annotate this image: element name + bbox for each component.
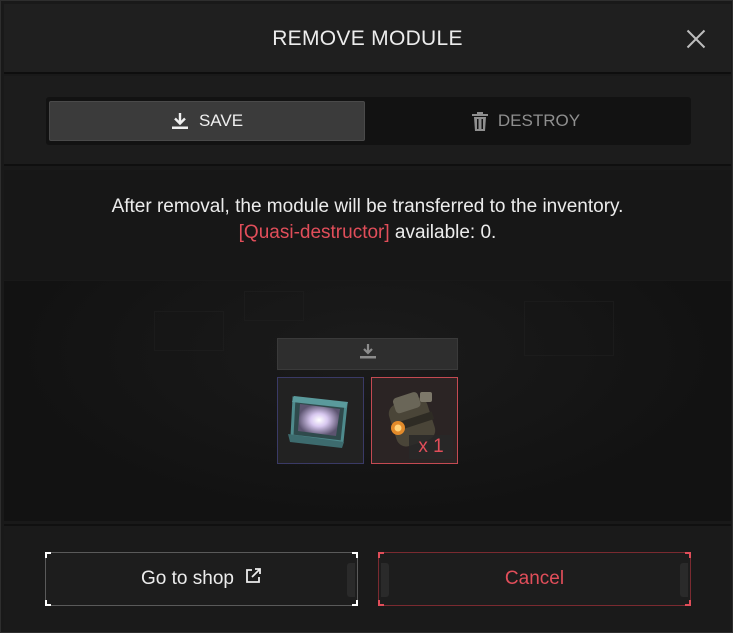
close-icon[interactable] <box>685 28 707 50</box>
cancel-label: Cancel <box>504 568 565 589</box>
button-notch <box>381 563 389 597</box>
destructor-slot[interactable]: x 1 <box>371 377 458 464</box>
dialog-footer: Go to shop Cancel <box>4 524 731 631</box>
availability-text: [Quasi-destructor] available: 0. <box>4 222 731 244</box>
removal-info-text: After removal, the module will be transf… <box>111 196 624 217</box>
trash-icon <box>471 111 488 131</box>
quantity-badge: x 1 <box>409 435 453 459</box>
go-to-shop-label: Go to shop <box>141 568 234 589</box>
mode-tabs-panel: SAVE DESTROY <box>4 76 731 166</box>
mode-tabs: SAVE DESTROY <box>46 97 691 145</box>
download-icon <box>359 343 377 365</box>
button-notch <box>680 563 688 597</box>
module-crystal-icon <box>278 396 363 467</box>
module-slot[interactable] <box>277 377 364 464</box>
message-panel: After removal, the module will be transf… <box>4 170 731 280</box>
remove-module-dialog: REMOVE MODULE SAVE DESTROY After removal… <box>0 0 733 633</box>
tab-destroy-label: DESTROY <box>497 111 581 130</box>
cancel-button[interactable]: Cancel <box>378 552 691 606</box>
dialog-header: REMOVE MODULE <box>4 4 731 74</box>
dialog-title: REMOVE MODULE <box>272 27 463 50</box>
tab-destroy[interactable]: DESTROY <box>368 101 684 141</box>
tab-save[interactable]: SAVE <box>49 101 365 141</box>
button-notch <box>347 563 355 597</box>
tab-save-label: SAVE <box>198 111 244 130</box>
download-icon <box>171 112 189 130</box>
available-count: available: 0. <box>389 222 497 243</box>
save-indicator <box>277 338 458 370</box>
go-to-shop-button[interactable]: Go to shop <box>45 552 358 606</box>
item-preview-area <box>4 281 731 521</box>
external-link-icon <box>244 567 262 591</box>
item-name-link[interactable]: [Quasi-destructor] <box>239 222 390 243</box>
